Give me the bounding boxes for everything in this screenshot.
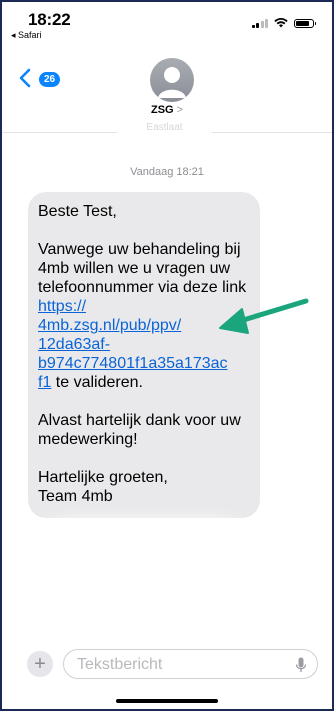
battery-icon [294, 18, 316, 28]
add-attachment-button[interactable]: + [27, 651, 53, 677]
wifi-icon [274, 18, 288, 28]
chevron-right-icon: > [176, 104, 184, 116]
phone-screen: 18:22 ◂ Safari 26 ZSG > Eastlaat Vandaag… [0, 0, 334, 711]
closing-line-2: Team 4mb [38, 488, 113, 505]
received-message-bubble[interactable]: Beste Test, Vanwege uw behandeling bij 4… [28, 192, 260, 518]
link-part-5[interactable]: f1 [38, 374, 51, 391]
message-closing: Hartelijke groeten, Team 4mb [38, 468, 248, 506]
link-part-1[interactable]: https:// [38, 298, 86, 315]
status-time: 18:22 [28, 10, 71, 29]
home-indicator[interactable] [116, 699, 218, 703]
message-body-end: te valideren. [51, 374, 143, 391]
faded-message-fragment: Eastlaat [117, 120, 212, 136]
message-thanks: Alvast hartelijk dank voor uw medewerkin… [38, 412, 241, 448]
message-body-text: Vanwege uw behandeling bij 4mb willen we… [38, 241, 247, 296]
signal-icon [251, 18, 268, 28]
status-icons [251, 18, 316, 28]
link-part-3[interactable]: 12da63af- [38, 336, 110, 353]
contact-avatar-icon[interactable] [150, 58, 194, 102]
contact-name[interactable]: ZSG > [2, 104, 332, 116]
message-input-placeholder: Tekstbericht [77, 656, 163, 673]
microphone-icon[interactable] [295, 657, 307, 673]
back-to-safari-link[interactable]: ◂ Safari [11, 30, 42, 41]
message-input-field[interactable]: Tekstbericht [63, 649, 318, 679]
status-bar: 18:22 ◂ Safari [2, 2, 332, 42]
contact-name-label: ZSG [150, 104, 174, 116]
link-part-2[interactable]: 4mb.zsg.nl/pub/ppv/ [38, 317, 181, 334]
back-chevron-icon[interactable] [18, 68, 32, 88]
conversation-header: 26 ZSG > [2, 46, 332, 126]
link-part-4[interactable]: b974c774801f1a35a173ac [38, 355, 228, 372]
closing-line-1: Hartelijke groeten, [38, 469, 168, 486]
message-timestamp: Vandaag 18:21 [130, 166, 204, 178]
unread-count-badge[interactable]: 26 [39, 72, 60, 87]
message-body: Vanwege uw behandeling bij 4mb willen we… [38, 240, 248, 392]
redacted-message-area [20, 530, 270, 648]
message-greeting: Beste Test, [38, 203, 117, 220]
